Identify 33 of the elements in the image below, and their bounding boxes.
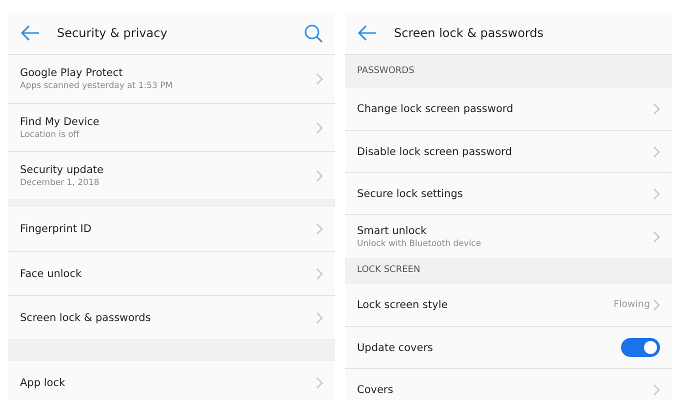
toggle-switch[interactable]: [621, 338, 660, 357]
chevron-icon: [316, 377, 323, 389]
settings-row[interactable]: Google Play Protect Apps scanned yesterday at 1:53 PM: [8, 55, 335, 103]
chevron-icon: [653, 230, 660, 242]
settings-row[interactable]: Disable lock screen password: [345, 130, 672, 172]
section-header: LOCK SCREEN: [345, 258, 672, 284]
chevron-icon: [316, 312, 323, 324]
settings-row[interactable]: Change lock screen password: [345, 88, 672, 130]
settings-row[interactable]: Face unlock: [8, 251, 335, 295]
chevron-icon: [653, 103, 660, 115]
value-text: Flowing: [614, 298, 650, 312]
settings-row[interactable]: Find My Device Location is off: [8, 103, 335, 151]
section-header: PASSWORDS: [345, 55, 672, 88]
back-button[interactable]: [20, 25, 40, 41]
chevron-icon: [653, 188, 660, 200]
chevron-icon: [653, 384, 660, 396]
chevron-icon: [316, 73, 323, 85]
chevron-icon: [653, 146, 660, 158]
chevron-icon: [653, 299, 660, 311]
settings-row[interactable]: Secure lock settings: [345, 172, 672, 214]
chevron-icon: [316, 122, 323, 134]
settings-row[interactable]: Lock screen style Flowing: [345, 284, 672, 326]
search-button[interactable]: [304, 24, 323, 42]
settings-row[interactable]: Update covers: [345, 326, 672, 368]
chevron-icon: [316, 170, 323, 182]
settings-row[interactable]: App lock: [8, 361, 335, 400]
screen-title: Screen lock & passwords: [394, 25, 545, 42]
chevron-icon: [316, 268, 323, 280]
chevron-icon: [316, 223, 323, 235]
screen-title: Security & privacy: [57, 25, 168, 42]
back-button[interactable]: [357, 25, 377, 41]
settings-row[interactable]: Covers: [345, 368, 672, 400]
settings-row[interactable]: Fingerprint ID: [8, 207, 335, 251]
